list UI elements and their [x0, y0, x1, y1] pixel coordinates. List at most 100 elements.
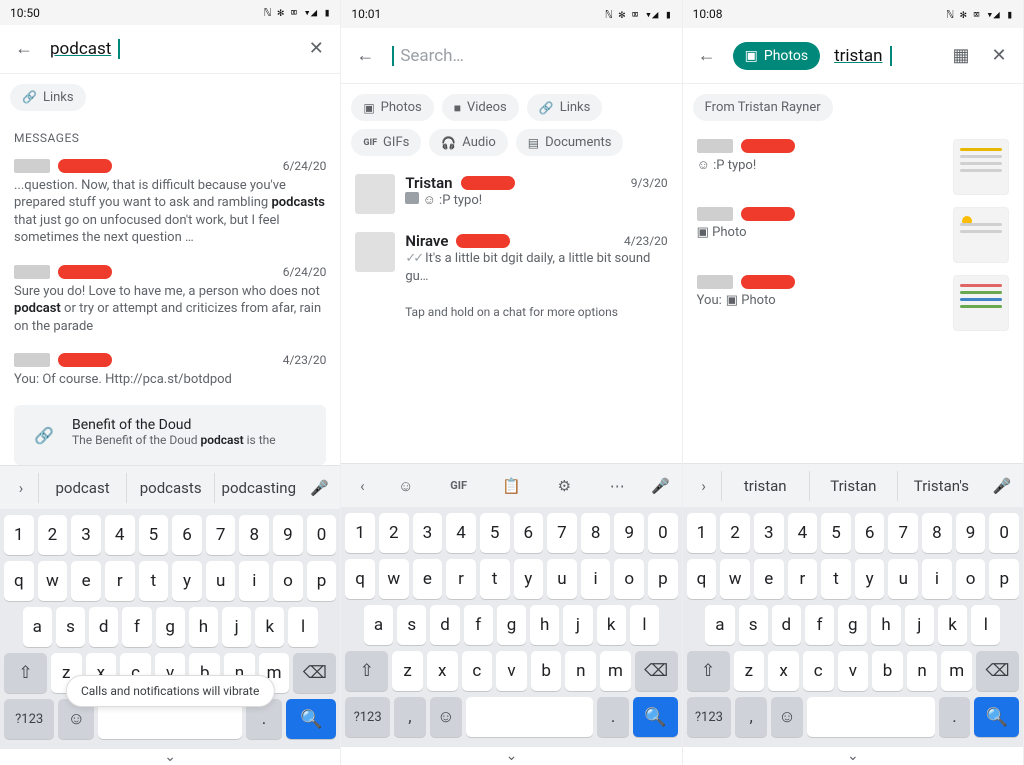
key[interactable]: 3	[71, 515, 101, 555]
key[interactable]: d	[772, 605, 801, 645]
key[interactable]: 7	[547, 513, 577, 553]
period-key[interactable]: .	[939, 697, 971, 737]
key[interactable]: m	[600, 651, 631, 691]
clipboard-icon[interactable]: 📋	[485, 477, 538, 495]
key[interactable]: 2	[379, 513, 409, 553]
shift-key[interactable]: ⇧	[345, 651, 388, 691]
key[interactable]: d	[89, 607, 118, 647]
key[interactable]: 0	[648, 513, 678, 553]
key[interactable]: 0	[989, 513, 1019, 553]
key[interactable]: 2	[38, 515, 68, 555]
key[interactable]: e	[413, 559, 443, 599]
gif-icon[interactable]: GIF	[432, 479, 485, 492]
space-key[interactable]	[807, 697, 934, 737]
key[interactable]: 5	[139, 515, 169, 555]
key[interactable]: t	[480, 559, 510, 599]
key[interactable]: w	[38, 561, 68, 601]
suggestion[interactable]: podcasts	[126, 473, 214, 503]
back-arrow-icon[interactable]: ←	[12, 37, 36, 61]
key[interactable]: l	[630, 605, 659, 645]
key[interactable]: s	[397, 605, 426, 645]
nav-handle[interactable]: ⌄	[341, 747, 681, 765]
key[interactable]: p	[307, 561, 337, 601]
key[interactable]: 3	[754, 513, 784, 553]
backspace-key[interactable]: ⌫	[293, 653, 336, 693]
key[interactable]: a	[23, 607, 52, 647]
nav-handle[interactable]: ⌄	[683, 747, 1023, 765]
key[interactable]: i	[581, 559, 611, 599]
key[interactable]: f	[122, 607, 151, 647]
chip-links[interactable]: 🔗Links	[10, 84, 86, 111]
key[interactable]: 1	[4, 515, 34, 555]
key[interactable]: v	[496, 651, 527, 691]
key[interactable]: 6	[514, 513, 544, 553]
key[interactable]: 6	[172, 515, 202, 555]
key[interactable]: 4	[105, 515, 135, 555]
key[interactable]: 6	[855, 513, 885, 553]
key[interactable]: 1	[687, 513, 717, 553]
key[interactable]: y	[514, 559, 544, 599]
mic-icon[interactable]: 🎤	[985, 477, 1019, 495]
symbols-key[interactable]: ?123	[687, 697, 732, 737]
photo-result[interactable]: You: ▣ Photo	[683, 267, 1023, 335]
space-key[interactable]	[466, 697, 593, 737]
key[interactable]: 7	[206, 515, 236, 555]
key[interactable]: l	[971, 605, 1000, 645]
key[interactable]: z	[734, 651, 765, 691]
grid-view-icon[interactable]: ▦	[949, 44, 973, 68]
key[interactable]: s	[56, 607, 85, 647]
mic-icon[interactable]: 🎤	[302, 479, 336, 497]
key[interactable]: 9	[614, 513, 644, 553]
shift-key[interactable]: ⇧	[687, 651, 730, 691]
key[interactable]: k	[597, 605, 626, 645]
key[interactable]: k	[255, 607, 284, 647]
link-preview-card[interactable]: 🔗 Benefit of the Doud The Benefit of the…	[14, 405, 326, 465]
search-input[interactable]: tristan	[834, 46, 935, 66]
key[interactable]: i	[922, 559, 952, 599]
shift-key[interactable]: ⇧	[4, 653, 47, 693]
key[interactable]: f	[805, 605, 834, 645]
emoji-key[interactable]: ☺	[771, 697, 803, 737]
key[interactable]: o	[956, 559, 986, 599]
key[interactable]: l	[288, 607, 317, 647]
key[interactable]: r	[788, 559, 818, 599]
key[interactable]: h	[530, 605, 559, 645]
photo-result[interactable]: ☺ :P typo!	[683, 131, 1023, 199]
backspace-key[interactable]: ⌫	[635, 651, 678, 691]
key[interactable]: y	[172, 561, 202, 601]
key[interactable]: h	[189, 607, 218, 647]
chip-videos[interactable]: ■Videos	[442, 94, 519, 121]
chip-photos[interactable]: ▣Photos	[351, 94, 433, 121]
key[interactable]: c	[803, 651, 834, 691]
key[interactable]: 8	[581, 513, 611, 553]
key[interactable]: k	[938, 605, 967, 645]
more-icon[interactable]: ⋯	[591, 477, 644, 495]
comma-key[interactable]: ,	[394, 697, 426, 737]
key[interactable]: g	[838, 605, 867, 645]
back-arrow-icon[interactable]: ←	[353, 44, 377, 68]
key[interactable]: x	[427, 651, 458, 691]
key[interactable]: j	[905, 605, 934, 645]
key[interactable]: q	[345, 559, 375, 599]
key[interactable]: 4	[788, 513, 818, 553]
sticker-icon[interactable]: ☺	[379, 477, 432, 495]
key[interactable]: n	[907, 651, 938, 691]
key[interactable]: o	[614, 559, 644, 599]
key[interactable]: z	[392, 651, 423, 691]
clear-icon[interactable]: ✕	[304, 37, 328, 61]
key[interactable]: s	[739, 605, 768, 645]
expand-icon[interactable]: ›	[687, 477, 721, 495]
key[interactable]: f	[464, 605, 493, 645]
key[interactable]: w	[720, 559, 750, 599]
key[interactable]: 1	[345, 513, 375, 553]
period-key[interactable]: .	[597, 697, 629, 737]
clear-icon[interactable]: ✕	[987, 44, 1011, 68]
suggestion[interactable]: podcasting	[214, 473, 302, 503]
key[interactable]: u	[888, 559, 918, 599]
suggestion[interactable]: Tristan's	[897, 471, 985, 501]
chip-documents[interactable]: ▤Documents	[516, 129, 624, 156]
key[interactable]: e	[71, 561, 101, 601]
key[interactable]: b	[531, 651, 562, 691]
key[interactable]: i	[239, 561, 269, 601]
key[interactable]: 5	[821, 513, 851, 553]
